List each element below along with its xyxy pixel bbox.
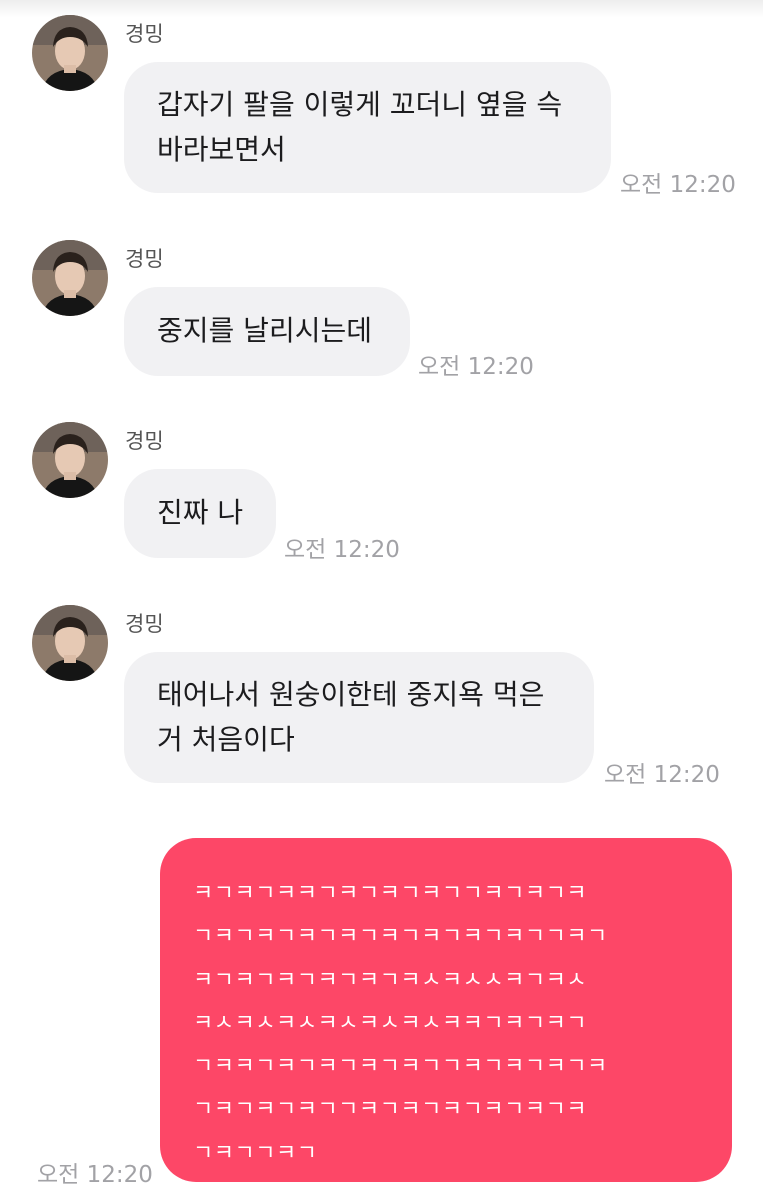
message-text: 바라보면서 [157,133,286,166]
profile-photo-icon [32,240,108,316]
avatar[interactable] [32,15,108,91]
avatar[interactable] [32,605,108,681]
top-shade [0,0,763,18]
timestamp: 오전 12:20 [418,354,534,380]
profile-photo-icon [32,605,108,681]
timestamp: 오전 12:20 [284,537,400,563]
timestamp: 오전 12:20 [37,1162,153,1188]
message-text: 거 처음이다 [157,723,295,756]
message-text: 진짜 나 [157,496,244,529]
message-text: 중지를 날리시는데 [157,314,372,347]
message-text: ㄱㅋㄱㅋㄱㅋㄱㅋㄱㅋㄱㅋㄱㅋㄱㅋㄱㄱㅋㄱ [193,924,608,950]
sent-message-bubble[interactable]: ㅋㄱㅋㄱㅋㅋㄱㅋㄱㅋㄱㅋㄱㄱㅋㄱㅋㄱㅋ ㄱㅋㄱㅋㄱㅋㄱㅋㄱㅋㄱㅋㄱㅋㄱㅋㄱㄱㅋㄱ… [160,838,732,1182]
sender-name: 경밍 [125,247,164,271]
profile-photo-icon [32,15,108,91]
message-text: ㅋㄱㅋㄱㅋㅋㄱㅋㄱㅋㄱㅋㄱㄱㅋㄱㅋㄱㅋ [193,881,588,906]
sender-name: 경밍 [125,429,164,453]
message-bubble[interactable]: 진짜 나 [124,469,276,558]
message-text: 태어나서 원숭이한테 중지욕 먹은 [157,678,545,711]
message-text: ㄱㅋㅋㄱㅋㄱㅋㄱㅋㄱㅋㄱㄱㅋㄱㅋㄱㅋㄱㅋ [193,1054,608,1080]
message-text: ㅋㄱㅋㄱㅋㄱㅋㄱㅋㄱㅋㅅㅋㅅㅅㅋㄱㅋㅅ [193,967,588,993]
message-bubble[interactable]: 갑자기 팔을 이렇게 꼬더니 옆을 슥 바라보면서 [124,62,611,193]
message-text: ㄱㅋㄱㅋㄱㅋㄱㄱㅋㄱㅋㄱㅋㄱㅋㄱㅋㄱㅋ [193,1097,588,1123]
message-bubble[interactable]: 태어나서 원숭이한테 중지욕 먹은 거 처음이다 [124,652,594,783]
sender-name: 경밍 [125,612,164,636]
message-text: ㄱㅋㄱㄱㅋㄱ [193,1140,318,1166]
timestamp: 오전 12:20 [620,172,736,198]
message-text: ㅋㅅㅋㅅㅋㅅㅋㅅㅋㅅㅋㅅㅋㅋㄱㅋㄱㅋㄱ [193,1010,588,1036]
message-bubble[interactable]: 중지를 날리시는데 [124,287,410,376]
avatar[interactable] [32,422,108,498]
timestamp: 오전 12:20 [604,762,720,788]
sender-name: 경밍 [125,22,164,46]
message-text: 갑자기 팔을 이렇게 꼬더니 옆을 슥 [157,88,563,121]
avatar[interactable] [32,240,108,316]
profile-photo-icon [32,422,108,498]
